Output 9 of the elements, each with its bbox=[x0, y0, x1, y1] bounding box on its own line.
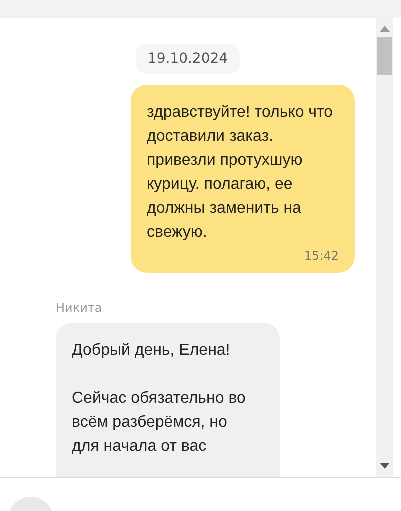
message-time: 15:42 bbox=[303, 249, 339, 263]
scrollbar-thumb[interactable] bbox=[377, 37, 392, 75]
message-text: здравствуйте! только что доставили заказ. привезли протухшую курицу. полагаю, ее должны заменить на свежую. bbox=[147, 103, 334, 243]
author-name: Никита bbox=[56, 301, 102, 315]
date-divider: 19.10.2024 bbox=[136, 44, 240, 74]
scroll-up-icon[interactable] bbox=[380, 26, 390, 32]
scrollbar[interactable] bbox=[376, 18, 393, 477]
message-text: Добрый день, Елена! Сейчас обязательно во всём разберёмся, но для начала от вас bbox=[72, 341, 247, 457]
scroll-down-icon[interactable] bbox=[380, 463, 390, 469]
